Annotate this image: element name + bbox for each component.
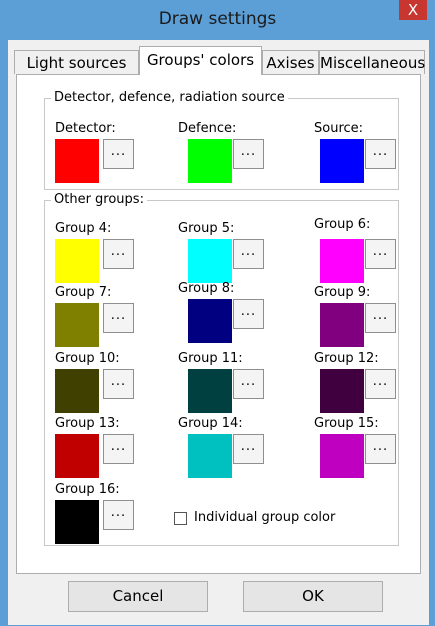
ok-button[interactable]: OK [243, 581, 383, 612]
group-5-color-swatch[interactable] [188, 239, 232, 283]
group-4-label: Group 4: [55, 221, 112, 236]
cancel-button[interactable]: Cancel [68, 581, 208, 612]
group-16-color-swatch[interactable] [55, 500, 99, 544]
group-5-color-button[interactable]: ... [233, 239, 264, 269]
group-10-color-swatch[interactable] [55, 369, 99, 413]
detector-color-swatch[interactable] [55, 139, 99, 183]
group-13-label: Group 13: [55, 416, 120, 431]
dialog-client-area: Light sources Groups' colors Axises Misc… [8, 40, 429, 625]
defence-label: Defence: [178, 121, 237, 136]
tab-groups-colors[interactable]: Groups' colors [139, 46, 262, 75]
defence-color-swatch[interactable] [188, 139, 232, 183]
group-7-color-swatch[interactable] [55, 303, 99, 347]
group-15-color-button[interactable]: ... [365, 434, 396, 464]
group-10-color-button[interactable]: ... [103, 369, 134, 399]
group-9-label: Group 9: [314, 285, 371, 300]
group-11-color-button[interactable]: ... [233, 369, 264, 399]
detector-label: Detector: [55, 121, 116, 136]
tab-light-sources[interactable]: Light sources [14, 50, 139, 74]
group-6-color-button[interactable]: ... [365, 239, 396, 269]
group-8-color-swatch[interactable] [188, 299, 232, 343]
group-8-color-button[interactable]: ... [233, 299, 264, 329]
tab-miscellaneous[interactable]: Miscellaneous [319, 50, 425, 74]
group-11-color-swatch[interactable] [188, 369, 232, 413]
group-5-label: Group 5: [178, 221, 235, 236]
group-15-label: Group 15: [314, 416, 379, 431]
close-button[interactable]: X [399, 0, 427, 20]
individual-group-color-checkbox[interactable] [174, 512, 187, 525]
group-9-color-button[interactable]: ... [365, 303, 396, 333]
group-4-color-button[interactable]: ... [103, 239, 134, 269]
group-12-color-swatch[interactable] [320, 369, 364, 413]
source-color-swatch[interactable] [320, 139, 364, 183]
group-13-color-button[interactable]: ... [103, 434, 134, 464]
draw-settings-window: Draw settings X Light sources Groups' co… [0, 0, 435, 626]
window-title: Draw settings [158, 9, 277, 29]
group-8-label: Group 8: [178, 281, 235, 296]
group-16-color-button[interactable]: ... [103, 500, 134, 530]
detector-defence-source-groupbox: Detector, defence, radiation source Dete… [44, 90, 399, 190]
group-13-color-swatch[interactable] [55, 434, 99, 478]
group-15-color-swatch[interactable] [320, 434, 364, 478]
group-12-label: Group 12: [314, 351, 379, 366]
group-4-color-swatch[interactable] [55, 239, 99, 283]
group-6-label: Group 6: [314, 217, 371, 232]
detector-color-button[interactable]: ... [103, 139, 134, 169]
groupbox-title: Detector, defence, radiation source [51, 90, 288, 105]
group-7-color-button[interactable]: ... [103, 303, 134, 333]
tab-axises[interactable]: Axises [262, 50, 319, 74]
group-14-label: Group 14: [178, 416, 243, 431]
source-label: Source: [314, 121, 364, 136]
other-groups-groupbox: Other groups: Group 4: ... Group 5: ... … [44, 192, 399, 546]
group-9-color-swatch[interactable] [320, 303, 364, 347]
group-12-color-button[interactable]: ... [365, 369, 396, 399]
source-color-button[interactable]: ... [365, 139, 396, 169]
group-14-color-swatch[interactable] [188, 434, 232, 478]
group-10-label: Group 10: [55, 351, 120, 366]
group-14-color-button[interactable]: ... [233, 434, 264, 464]
individual-group-color-label: Individual group color [194, 510, 336, 525]
title-bar: Draw settings X [0, 0, 435, 40]
groupbox-title: Other groups: [51, 192, 147, 207]
defence-color-button[interactable]: ... [233, 139, 264, 169]
groups-colors-panel: Detector, defence, radiation source Dete… [16, 74, 421, 574]
group-6-color-swatch[interactable] [320, 239, 364, 283]
group-11-label: Group 11: [178, 351, 243, 366]
group-7-label: Group 7: [55, 285, 112, 300]
group-16-label: Group 16: [55, 482, 120, 497]
